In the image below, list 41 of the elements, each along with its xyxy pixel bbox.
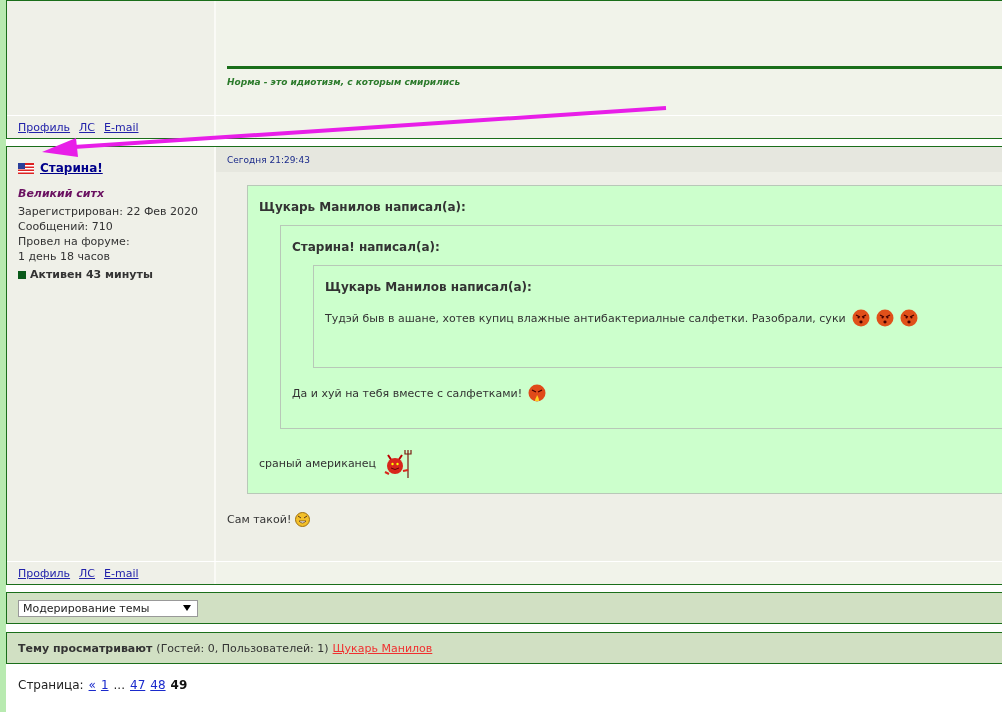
angry-face-icon xyxy=(851,309,870,327)
user-info-text: Зарегистрирован: 22 Фев 2020 xyxy=(18,204,200,219)
user-info-text: Сообщений: 710 xyxy=(18,219,114,234)
devil-icon xyxy=(382,447,415,479)
user-info-text: 1 день 18 часов xyxy=(18,249,112,264)
viewers-label: Тему просматривают xyxy=(18,641,153,655)
page-link[interactable]: « xyxy=(88,678,96,692)
angry-face-icon xyxy=(899,309,918,327)
page-link[interactable]: 1 xyxy=(100,678,109,692)
profile-link[interactable]: E-mail xyxy=(104,120,139,134)
flag-icon xyxy=(18,162,34,174)
author-link[interactable]: Старина! xyxy=(40,161,103,175)
quote-text: сраный американец xyxy=(259,456,377,470)
angry-face-icon xyxy=(875,309,894,327)
user-info-text: Провел на форуме: xyxy=(18,234,131,249)
fuming-face-icon xyxy=(528,384,547,402)
post-date: Сегодня 21:29:43 xyxy=(227,154,310,165)
viewers-count: (Гостей: 0, Пользователей: 1) xyxy=(156,641,329,655)
activity-status: Активен 43 минуты xyxy=(30,268,153,281)
pagination-ellipsis: ... xyxy=(113,678,125,692)
quote-header: Щукарь Манилов написал(а): xyxy=(259,200,467,214)
page-link[interactable]: 47 xyxy=(130,678,146,692)
page-link[interactable]: 48 xyxy=(150,678,166,692)
profile-link[interactable]: ЛС xyxy=(79,566,95,580)
status-square-icon xyxy=(18,270,26,279)
quote-header: Щукарь Манилов написал(а): xyxy=(325,280,533,294)
post-text: Сам такой! xyxy=(227,513,292,526)
moderation-dropdown[interactable]: Модерирование темы xyxy=(18,599,198,617)
signature-text: Норма - это идиотизм, с которым смирились xyxy=(227,77,462,87)
profile-link[interactable]: E-mail xyxy=(104,566,139,580)
quote-header: Старина! написал(а): xyxy=(292,240,441,254)
profile-link[interactable]: Профиль xyxy=(18,566,71,580)
pagination-label: Страница: xyxy=(18,678,84,692)
grinning-face-icon xyxy=(295,512,311,527)
dropdown-arrow-icon xyxy=(183,605,191,611)
profile-link[interactable]: Профиль xyxy=(18,120,71,134)
profile-link[interactable]: ЛС xyxy=(79,120,95,134)
current-page: 49 xyxy=(170,678,188,692)
user-rank: Великий ситх xyxy=(18,187,106,200)
quote-text: Тудэй быв в ашане, хотев купиц влажные антибактериалные салфетки. Разобрали, суки xyxy=(325,311,846,325)
quote-text: Да и хуй на тебя вместе с салфетками! xyxy=(292,386,523,400)
